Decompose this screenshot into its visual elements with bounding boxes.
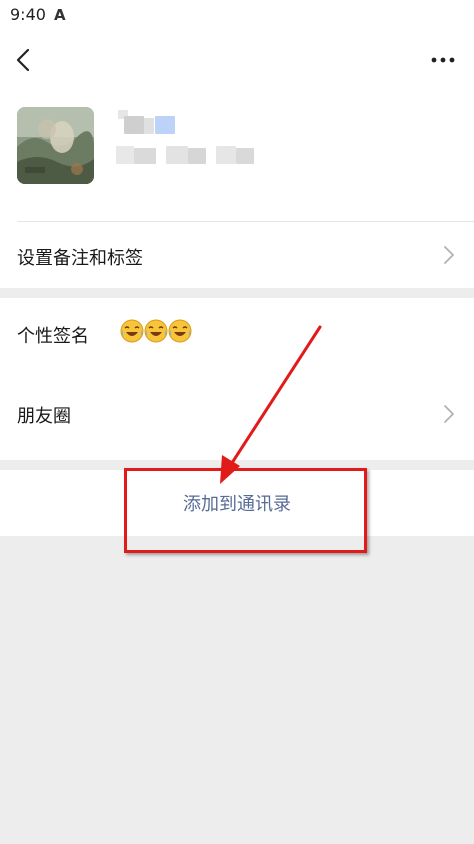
status-bar: 9:40 A: [0, 0, 474, 32]
chevron-right-icon: [444, 246, 454, 264]
chevron-right-icon: [444, 405, 454, 423]
moments-row[interactable]: 朋友圈: [0, 366, 474, 460]
laugh-cry-emoji-icon: [144, 319, 168, 343]
back-button[interactable]: [12, 44, 40, 76]
more-dots-icon: [431, 57, 455, 63]
more-button[interactable]: [430, 52, 456, 66]
remark-tags-row[interactable]: 设置备注和标签: [0, 222, 474, 288]
signature-emojis: [120, 319, 192, 343]
avatar-painting: [17, 107, 94, 184]
signature-label: 个性签名: [17, 326, 89, 347]
signature-row: 个性签名: [0, 298, 474, 366]
status-indicator-icon: A: [54, 6, 66, 24]
annotation-highlight-box: [124, 468, 367, 553]
moments-label: 朋友圈: [17, 406, 71, 427]
laugh-cry-emoji-icon: [168, 319, 192, 343]
avatar[interactable]: [17, 107, 94, 184]
status-time: 9:40: [10, 5, 46, 24]
laugh-cry-emoji-icon: [120, 319, 144, 343]
chevron-left-icon: [16, 48, 30, 72]
profile-header-panel: 9:40 A: [0, 0, 474, 222]
remark-tags-label: 设置备注和标签: [17, 248, 143, 269]
